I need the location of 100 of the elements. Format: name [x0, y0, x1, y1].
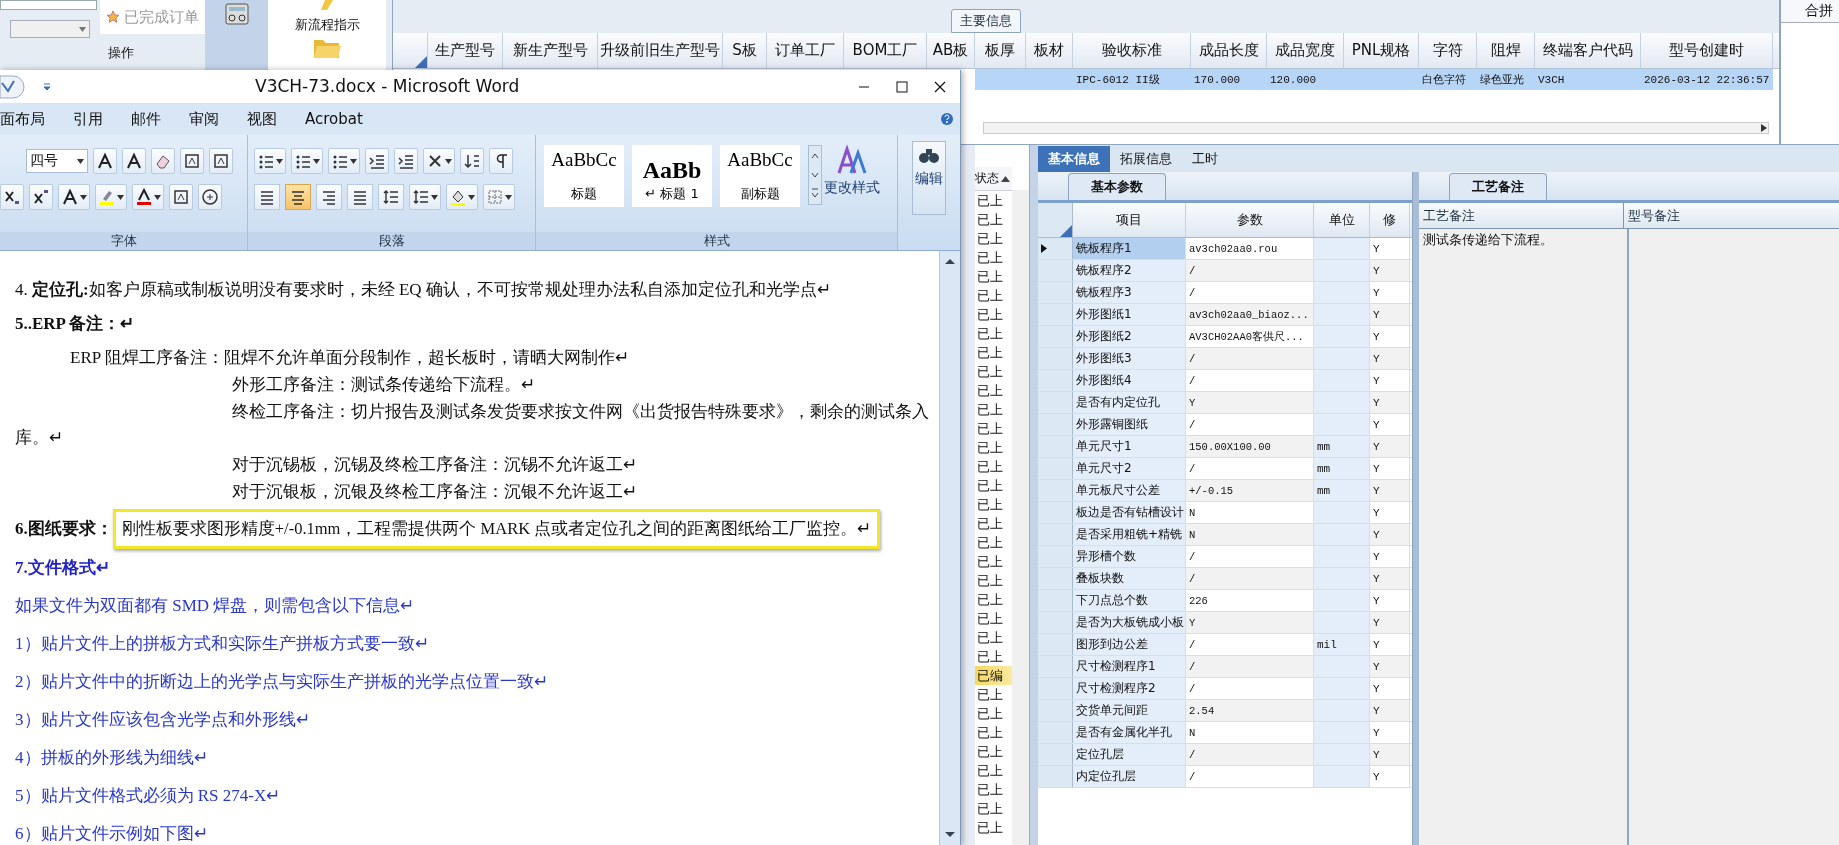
align-button[interactable] [285, 184, 311, 210]
font-size-dropdown[interactable]: 四号 [26, 149, 88, 173]
status-cell[interactable]: 已上 [975, 761, 1013, 780]
column-header[interactable]: 验收标准 [1073, 33, 1191, 68]
table-row[interactable]: IPC-6012 II级 170.000 120.000 白色字符 绿色亚光 V3CH 2026-03-12 22:36:57 [975, 69, 1773, 90]
table-cell[interactable]: 外形露铜图纸 [1073, 414, 1186, 435]
status-cell[interactable]: 已上 [975, 210, 1013, 229]
ribbon-tab[interactable]: Acrobat [291, 110, 377, 128]
status-cell[interactable]: 已上 [975, 419, 1013, 438]
status-cell[interactable]: 已上 [975, 191, 1013, 210]
table-cell[interactable]: 铣板程序3 [1073, 282, 1186, 303]
close-icon[interactable] [934, 80, 946, 93]
status-cell[interactable]: 已上 [975, 381, 1013, 400]
dropdown-caret-icon[interactable] [350, 158, 357, 164]
table-cell[interactable]: 是否为大板铣成小板 [1073, 612, 1186, 633]
ribbon-tab[interactable]: 面布局 [0, 109, 59, 129]
scrollbar[interactable] [1012, 190, 1029, 845]
gallery-scrollbar[interactable] [808, 145, 822, 205]
status-cell[interactable]: 已上 [975, 362, 1013, 381]
status-cell[interactable]: 已上 [975, 685, 1013, 704]
ribbon-tab[interactable]: 审阅 [175, 109, 233, 129]
column-header[interactable]: AB板 [927, 33, 975, 68]
status-cell[interactable]: 已上 [975, 647, 1013, 666]
table-cell[interactable]: 铣板程序2 [1073, 260, 1186, 281]
status-cell[interactable]: 已上 [975, 248, 1013, 267]
status-cell[interactable]: 已上 [975, 799, 1013, 818]
table-cell[interactable]: 下刀点总个数 [1073, 590, 1186, 611]
line-spacing-icon[interactable] [412, 188, 430, 206]
column-header[interactable]: PNL规格 [1344, 33, 1419, 68]
toolbar-button[interactable] [254, 148, 286, 174]
status-cell[interactable]: 已上 [975, 457, 1013, 476]
column-header[interactable]: 升级前旧生产型号 [598, 33, 723, 68]
status-cell[interactable]: 已上 [975, 229, 1013, 248]
help-icon[interactable] [940, 112, 954, 126]
scroll-down-icon[interactable] [944, 831, 956, 839]
align-button[interactable] [378, 184, 404, 210]
column-header[interactable]: 状态 [975, 167, 1013, 191]
dropdown-caret-icon[interactable] [276, 158, 283, 164]
style-preset[interactable]: AaBb ↵ 标题 1 [632, 145, 712, 207]
status-cell[interactable]: 已上 [975, 438, 1013, 457]
change-case-icon[interactable] [61, 188, 79, 206]
status-cell[interactable]: 已上 [975, 780, 1013, 799]
toolbar-button[interactable] [423, 148, 455, 174]
column-header[interactable]: BOM工厂 [844, 33, 927, 68]
dropdown-caret-icon[interactable] [468, 194, 475, 200]
status-cell[interactable]: 已上 [975, 286, 1013, 305]
table-cell[interactable]: 交货单元间距 [1073, 700, 1186, 721]
column-header[interactable]: 订单工厂 [767, 33, 844, 68]
table-cell[interactable]: 单元尺寸2 [1073, 458, 1186, 479]
scroll-up-icon[interactable] [944, 257, 956, 265]
status-cell[interactable]: 已上 [975, 818, 1013, 837]
status-cell[interactable]: 已编 [975, 666, 1013, 685]
dropdown-caret-icon[interactable] [431, 194, 438, 200]
tab[interactable]: 拓展信息 [1110, 146, 1182, 172]
status-cell[interactable]: 已上 [975, 723, 1013, 742]
ribbon-tab[interactable]: 邮件 [117, 109, 175, 129]
table-cell[interactable]: 尺寸检测程序2 [1073, 678, 1186, 699]
tab[interactable]: 工艺备注 [1449, 173, 1547, 200]
tab[interactable]: 工时 [1182, 146, 1228, 172]
column-header[interactable]: 板厚 [975, 33, 1026, 68]
change-styles-button[interactable]: 更改样式 [822, 141, 882, 232]
shading-icon[interactable] [449, 188, 467, 206]
column-header[interactable]: 板材 [1026, 33, 1073, 68]
column-header[interactable]: 型号创建时 [1641, 33, 1773, 68]
table-cell[interactable]: 叠板块数 [1073, 568, 1186, 589]
style-preset[interactable]: AaBbCc 副标题 [720, 145, 800, 207]
column-header[interactable]: 终端客户代码 [1535, 33, 1641, 68]
dropdown-caret-icon[interactable] [117, 194, 124, 200]
status-cell[interactable]: 已上 [975, 628, 1013, 647]
dropdown-caret-icon[interactable] [445, 158, 452, 164]
table-cell[interactable]: 是否有金属化半孔 [1073, 722, 1186, 743]
style-preset[interactable]: AaBbCc 标题 [544, 145, 624, 207]
font-color-icon[interactable] [135, 188, 153, 206]
column-header[interactable]: 单位 [1314, 203, 1370, 237]
column-header[interactable]: 字符 [1419, 33, 1477, 68]
status-cell[interactable]: 已上 [975, 476, 1013, 495]
column-header[interactable]: 修 [1370, 203, 1410, 237]
tab[interactable]: 基本参数 [1068, 173, 1166, 200]
toolbar-button[interactable] [446, 184, 478, 210]
scrollbar[interactable] [983, 122, 1769, 134]
column-header[interactable]: 参数 [1186, 203, 1314, 237]
column-header[interactable]: 成品长度 [1191, 33, 1267, 68]
ribbon-tab[interactable]: 视图 [233, 109, 291, 129]
column-header[interactable]: 生产型号 [428, 33, 503, 68]
status-cell[interactable]: 已上 [975, 324, 1013, 343]
scroll-right-icon[interactable] [1760, 124, 1768, 132]
edit-button[interactable]: 编辑 [912, 141, 946, 215]
table-cell[interactable]: 单元板尺寸公差 [1073, 480, 1186, 501]
toolbar-button[interactable] [58, 184, 90, 210]
text-field[interactable] [0, 0, 97, 10]
table-cell[interactable]: 是否采用粗铣+精铣 [1073, 524, 1186, 545]
ribbon-tab[interactable]: 引用 [59, 109, 117, 129]
dropdown-caret-icon[interactable] [313, 158, 320, 164]
status-cell[interactable]: 已上 [975, 343, 1013, 362]
table-cell[interactable]: 是否有内定位孔 [1073, 392, 1186, 413]
sort-icon[interactable] [1001, 175, 1010, 182]
new-process-button[interactable]: 新流程指示 [294, 16, 360, 34]
maximize-icon[interactable] [896, 80, 908, 93]
column-header[interactable]: 成品宽度 [1267, 33, 1344, 68]
status-cell[interactable]: 已上 [975, 590, 1013, 609]
